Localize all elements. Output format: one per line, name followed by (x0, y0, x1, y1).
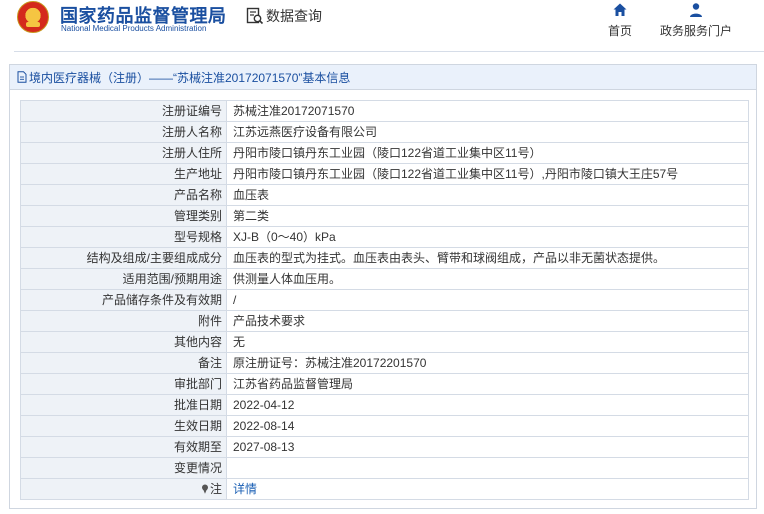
breadcrumb: 境内医疗器械（注册）——“苏械注准20172071570”基本信息 (10, 65, 756, 90)
field-label: 变更情况 (20, 457, 227, 479)
table-row: 注册证编号 苏械注准20172071570 (20, 100, 749, 122)
field-label: 生产地址 (20, 163, 227, 185)
field-value: 丹阳市陵口镇丹东工业园（陵口122省道工业集中区11号） (226, 142, 749, 164)
user-icon (690, 3, 702, 17)
field-value: 供测量人体血压用。 (226, 268, 749, 290)
field-label: 注册证编号 (20, 100, 227, 122)
registration-info-table: 注册证编号 苏械注准20172071570 注册人名称 江苏远燕医疗设备有限公司 注… (20, 100, 749, 500)
field-label: 有效期至 (20, 436, 227, 458)
nav-service-portal[interactable]: 政务服务门户 (660, 2, 732, 39)
table-row: 结构及组成/主要组成成分 血压表的型式为挂式。血压表由表头、臂带和球阀组成，产品以… (20, 247, 749, 269)
field-value: XJ-B（0～40）kPa (226, 226, 749, 248)
field-value (226, 457, 749, 479)
table-row: 审批部门 江苏省药品监督管理局 (20, 373, 749, 395)
field-value: 无 (226, 331, 749, 353)
table-row: 产品储存条件及有效期 / (20, 289, 749, 311)
field-label: 结构及组成/主要组成成分 (20, 247, 227, 269)
field-label: 管理类别 (20, 205, 227, 227)
table-row: 注册人名称 江苏远燕医疗设备有限公司 (20, 121, 749, 143)
table-row: 有效期至 2027-08-13 (20, 436, 749, 458)
field-value: 2027-08-13 (226, 436, 749, 458)
table-row: 批准日期 2022-04-12 (20, 394, 749, 416)
nav-home[interactable]: 首页 (608, 2, 632, 39)
field-label: 备注 (20, 352, 227, 374)
field-label: 适用范围/预期用途 (20, 268, 227, 290)
field-label: 产品储存条件及有效期 (20, 289, 227, 311)
national-emblem-icon (17, 1, 49, 33)
table-row: 生产地址 丹阳市陵口镇丹东工业园（陵口122省道工业集中区11号）,丹阳市陵口镇大… (20, 163, 749, 185)
field-value: 江苏远燕医疗设备有限公司 (226, 121, 749, 143)
field-value: 产品技术要求 (226, 310, 749, 332)
table-row: 其他内容无 (20, 331, 749, 353)
nav-service-label: 政务服务门户 (660, 24, 733, 38)
table-row: 管理类别 第二类 (20, 205, 749, 227)
field-label: 附件 (20, 310, 227, 332)
table-row: 备注 原注册证号：苏械注准20172201570 (20, 352, 749, 374)
field-value: 血压表的型式为挂式。血压表由表头、臂带和球阀组成，产品以非无菌状态提供。 (226, 247, 749, 269)
pin-icon (201, 484, 208, 494)
site-subtitle: National Medical Products Administration (61, 24, 207, 33)
field-value: 2022-04-12 (226, 394, 749, 416)
field-label: 注册人住所 (20, 142, 227, 164)
header-divider (14, 51, 764, 52)
details-link[interactable]: 详情 (233, 482, 257, 496)
field-label: 产品名称 (20, 184, 227, 206)
table-row: 生效日期 2022-08-14 (20, 415, 749, 437)
data-query-link[interactable]: 数据查询 (246, 6, 322, 26)
field-value: 苏械注准20172071570 (226, 100, 749, 122)
field-label: 注册人名称 (20, 121, 227, 143)
field-value: 2022-08-14 (226, 415, 749, 437)
table-row: 附件 产品技术要求 (20, 310, 749, 332)
field-value: 第二类 (226, 205, 749, 227)
nav-home-label: 首页 (608, 24, 633, 38)
table-row: 注册人住所 丹阳市陵口镇丹东工业园（陵口122省道工业集中区11号） (20, 142, 749, 164)
field-value: 血压表 (226, 184, 749, 206)
table-row: 型号规格 XJ-B（0～40）kPa (20, 226, 749, 248)
note-label: 注 (209, 482, 222, 496)
table-row: 产品名称 血压表 (20, 184, 749, 206)
field-value: 丹阳市陵口镇丹东工业园（陵口122省道工业集中区11号）,丹阳市陵口镇大王庄57… (226, 163, 749, 185)
field-label: 其他内容 (20, 331, 227, 353)
document-icon (17, 71, 27, 83)
field-label: 生效日期 (20, 415, 227, 437)
table-row-note: 注 详情 (20, 478, 749, 500)
field-label: 审批部门 (20, 373, 227, 395)
data-query-label: 数据查询 (266, 8, 322, 24)
note-label-cell: 注 (20, 478, 227, 500)
field-value: 原注册证号：苏械注准20172201570 (226, 352, 749, 374)
home-icon (613, 3, 627, 16)
field-label: 型号规格 (20, 226, 227, 248)
field-value: 江苏省药品监督管理局 (226, 373, 749, 395)
detail-panel: 境内医疗器械（注册）——“苏械注准20172071570”基本信息 注册证编号苏… (9, 64, 757, 509)
note-value-cell: 详情 (226, 478, 749, 500)
field-label: 批准日期 (20, 394, 227, 416)
table-row: 变更情况 (20, 457, 749, 479)
table-row: 适用范围/预期用途 供测量人体血压用。 (20, 268, 749, 290)
breadcrumb-text: 境内医疗器械（注册）——“苏械注准20172071570”基本信息 (29, 70, 351, 85)
document-search-icon (246, 7, 264, 25)
site-header: 国家药品监督管理局 National Medical Products Admi… (0, 0, 764, 52)
field-value: / (226, 289, 749, 311)
